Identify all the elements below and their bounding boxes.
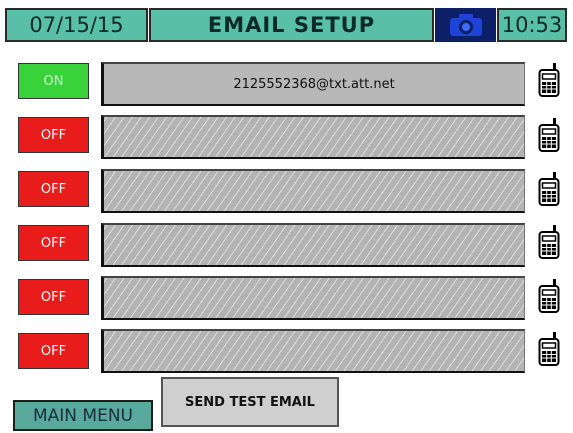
time-display: 10:53 bbox=[497, 8, 567, 42]
row-1-toggle-button[interactable]: ON bbox=[18, 63, 89, 99]
row-5-toggle-button[interactable]: OFF bbox=[18, 279, 89, 315]
row-5-phone-icon[interactable] bbox=[538, 278, 560, 314]
row-3-phone-icon[interactable] bbox=[538, 171, 560, 207]
row-5-email-field[interactable] bbox=[101, 276, 525, 320]
row-1-phone-icon[interactable] bbox=[538, 62, 560, 98]
row-4-toggle-button[interactable]: OFF bbox=[18, 225, 89, 261]
row-3-email-field[interactable] bbox=[101, 169, 525, 213]
row-4-phone-icon[interactable] bbox=[538, 224, 560, 260]
page-title: EMAIL SETUP bbox=[149, 8, 434, 42]
row-4-email-field[interactable] bbox=[101, 223, 525, 267]
row-6-phone-icon[interactable] bbox=[538, 331, 560, 367]
camera-button[interactable] bbox=[435, 8, 496, 42]
send-test-email-button[interactable]: SEND TEST EMAIL bbox=[161, 377, 339, 427]
row-3-toggle-button[interactable]: OFF bbox=[18, 171, 89, 207]
camera-icon bbox=[449, 14, 482, 36]
date-display: 07/15/15 bbox=[5, 8, 148, 42]
row-6-email-field[interactable] bbox=[101, 329, 525, 373]
row-2-email-field[interactable] bbox=[101, 115, 525, 159]
row-6-toggle-button[interactable]: OFF bbox=[18, 333, 89, 369]
row-2-phone-icon[interactable] bbox=[538, 117, 560, 153]
row-1-email-field[interactable]: 2125552368@txt.att.net bbox=[101, 62, 525, 106]
row-2-toggle-button[interactable]: OFF bbox=[18, 117, 89, 153]
main-menu-button[interactable]: MAIN MENU bbox=[13, 400, 153, 431]
